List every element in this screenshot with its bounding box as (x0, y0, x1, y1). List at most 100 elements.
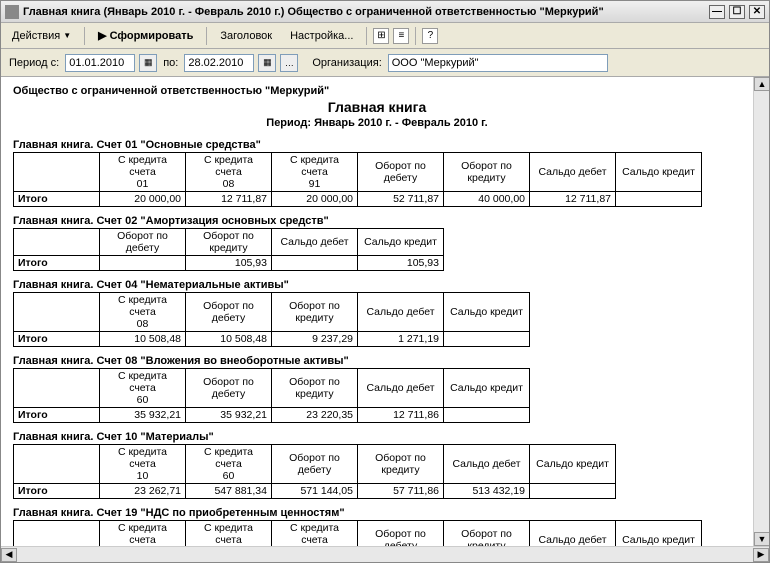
report-section: Главная книга. Счет 04 "Нематериальные а… (13, 279, 741, 347)
empty-header (14, 369, 100, 408)
cell-value: 23 262,71 (100, 484, 186, 499)
separator (206, 27, 207, 45)
app-window: Главная книга (Январь 2010 г. - Февраль … (0, 0, 770, 563)
actions-menu[interactable]: Действия ▼ (5, 27, 78, 45)
separator (366, 27, 367, 45)
column-header: С кредита счета08 (100, 293, 186, 332)
vertical-scrollbar[interactable]: ▲ ▼ (753, 77, 769, 546)
header-label: Заголовок (220, 30, 272, 42)
period-from-label: Период с: (7, 57, 61, 69)
date-to-input[interactable] (184, 54, 254, 72)
cell-value: 57 711,86 (358, 484, 444, 499)
cell-value (530, 484, 616, 499)
cell-value: 23 220,35 (272, 408, 358, 423)
cell-value (100, 256, 186, 271)
report-period: Период: Январь 2010 г. - Февраль 2010 г. (13, 117, 741, 129)
empty-header (14, 229, 100, 256)
empty-header (14, 293, 100, 332)
column-header: С кредита счета60 (186, 445, 272, 484)
cell-value: 105,93 (186, 256, 272, 271)
date-to-picker[interactable]: ▦ (258, 54, 276, 72)
close-button[interactable]: ✕ (749, 5, 765, 19)
column-header: Оборот подебету (358, 153, 444, 192)
scroll-left-button[interactable]: ◀ (1, 548, 17, 562)
section-table: С кредита счета01С кредита счета08С кред… (13, 152, 702, 207)
column-header: Сальдо дебет (272, 229, 358, 256)
column-header: Сальдо дебет (530, 153, 616, 192)
cell-value: 105,93 (358, 256, 444, 271)
horizontal-scrollbar[interactable]: ◀ ▶ (1, 546, 769, 562)
column-header: С кредита счета08 (186, 153, 272, 192)
maximize-button[interactable]: ☐ (729, 5, 745, 19)
empty-header (14, 445, 100, 484)
cell-value (272, 256, 358, 271)
header-button[interactable]: Заголовок (213, 27, 279, 45)
chevron-down-icon: ▼ (63, 31, 71, 40)
cell-value: 12 711,87 (530, 192, 616, 207)
section-title: Главная книга. Счет 19 "НДС по приобрете… (13, 507, 741, 519)
cell-value: 571 144,05 (272, 484, 358, 499)
section-table: С кредита счета10С кредита счета60Оборот… (13, 444, 616, 499)
app-icon (5, 5, 19, 19)
column-header: Сальдо кредит (616, 521, 702, 547)
form-button[interactable]: ▶ Сформировать (91, 26, 200, 45)
column-header: Оборот покредиту (186, 229, 272, 256)
section-table: С кредита счета08Оборот подебетуОборот п… (13, 292, 530, 347)
titlebar: Главная книга (Январь 2010 г. - Февраль … (1, 1, 769, 23)
column-header: С кредита счета71 (272, 521, 358, 547)
report-viewport[interactable]: Общество с ограниченной ответственностью… (1, 77, 753, 546)
column-header: С кредита счета01 (100, 153, 186, 192)
tool-icon-2[interactable]: ≡ (393, 28, 409, 44)
column-header: Сальдо дебет (358, 293, 444, 332)
minimize-button[interactable]: — (709, 5, 725, 19)
help-icon[interactable]: ? (422, 28, 438, 44)
scroll-down-button[interactable]: ▼ (754, 532, 769, 546)
section-title: Главная книга. Счет 04 "Нематериальные а… (13, 279, 741, 291)
section-title: Главная книга. Счет 02 "Амортизация осно… (13, 215, 741, 227)
section-title: Главная книга. Счет 01 "Основные средств… (13, 139, 741, 151)
separator (84, 27, 85, 45)
tool-icon-1[interactable]: ⊞ (373, 28, 389, 44)
column-header: С кредита счета68 (186, 521, 272, 547)
cell-value: 20 000,00 (100, 192, 186, 207)
report-section: Главная книга. Счет 10 "Материалы"С кред… (13, 431, 741, 499)
to-label: по: (161, 57, 180, 69)
org-label: Организация: (310, 57, 383, 69)
cell-value: 40 000,00 (444, 192, 530, 207)
separator (415, 27, 416, 45)
column-header: Оборот подебету (100, 229, 186, 256)
cell-value (444, 408, 530, 423)
column-header: Сальдо дебет (530, 521, 616, 547)
column-header: Оборот покредиту (272, 369, 358, 408)
report-org-name: Общество с ограниченной ответственностью… (13, 85, 741, 97)
cell-value: 1 271,19 (358, 332, 444, 347)
row-label: Итого (14, 408, 100, 423)
org-input[interactable] (388, 54, 608, 72)
section-title: Главная книга. Счет 10 "Материалы" (13, 431, 741, 443)
scroll-right-button[interactable]: ▶ (753, 548, 769, 562)
row-label: Итого (14, 484, 100, 499)
column-header: Сальдо кредит (616, 153, 702, 192)
date-from-picker[interactable]: ▦ (139, 54, 157, 72)
report-section: Главная книга. Счет 01 "Основные средств… (13, 139, 741, 207)
row-label: Итого (14, 256, 100, 271)
settings-button[interactable]: Настройка... (283, 27, 360, 45)
scroll-up-button[interactable]: ▲ (754, 77, 769, 91)
cell-value: 12 711,86 (358, 408, 444, 423)
period-select-button[interactable]: … (280, 54, 298, 72)
report-section: Главная книга. Счет 02 "Амортизация осно… (13, 215, 741, 271)
date-from-input[interactable] (65, 54, 135, 72)
cell-value: 20 000,00 (272, 192, 358, 207)
cell-value: 35 932,21 (186, 408, 272, 423)
column-header: Сальдо кредит (530, 445, 616, 484)
row-label: Итого (14, 332, 100, 347)
cell-value: 547 881,34 (186, 484, 272, 499)
column-header: Сальдо дебет (444, 445, 530, 484)
cell-value: 513 432,19 (444, 484, 530, 499)
cell-value (444, 332, 530, 347)
column-header: С кредита счета60 (100, 369, 186, 408)
cell-value: 35 932,21 (100, 408, 186, 423)
column-header: Сальдо кредит (444, 293, 530, 332)
column-header: С кредита счета60 (100, 521, 186, 547)
row-label: Итого (14, 192, 100, 207)
